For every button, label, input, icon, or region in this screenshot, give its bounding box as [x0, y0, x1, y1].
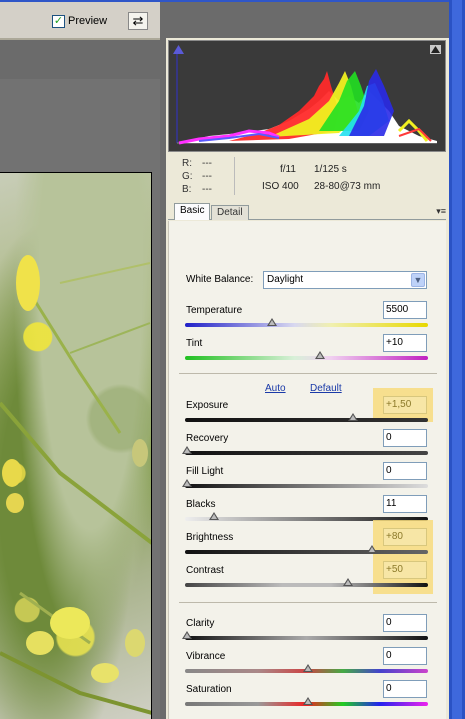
temperature-slider-thumb[interactable] — [267, 318, 277, 326]
b-value: --- — [202, 184, 212, 195]
tab-detail[interactable]: Detail — [211, 205, 249, 220]
brightness-label: Brightness — [186, 532, 234, 543]
tint-slider-track[interactable] — [185, 356, 428, 360]
vibrance-label: Vibrance — [186, 651, 226, 662]
clarity-slider-thumb[interactable] — [182, 631, 192, 639]
window-border-top — [0, 0, 465, 2]
brightness-slider-thumb[interactable] — [367, 545, 377, 553]
exposure-label: Exposure — [186, 400, 229, 411]
tint-slider-thumb[interactable] — [315, 351, 325, 359]
recovery-slider-track[interactable] — [185, 451, 428, 455]
recovery-label: Recovery — [186, 433, 229, 444]
preview-checkbox[interactable]: ✓ — [52, 15, 65, 28]
temperature-input[interactable]: 5500 — [383, 301, 427, 319]
image-info: R: --- G: --- B: --- f/11 1/125 s ISO 40… — [168, 155, 446, 199]
preview-label: Preview — [68, 15, 108, 27]
fill-light-slider-track[interactable] — [185, 484, 428, 488]
r-value: --- — [202, 158, 212, 169]
vibrance-slider-thumb[interactable] — [303, 664, 313, 672]
auto-link[interactable]: Auto — [265, 383, 286, 394]
white-balance-select[interactable]: Daylight ▼ — [263, 271, 427, 289]
saturation-input[interactable]: 0 — [383, 680, 427, 698]
fill-light-label: Fill Light — [186, 466, 224, 477]
white-balance-label: White Balance: — [186, 274, 254, 285]
recovery-slider-thumb[interactable] — [182, 446, 192, 454]
iso: ISO 400 — [262, 181, 299, 192]
section-divider — [179, 373, 437, 374]
aperture: f/11 — [280, 164, 296, 175]
exposure-slider-thumb[interactable] — [348, 413, 358, 421]
section-divider-2 — [179, 602, 437, 603]
adjustments-panel: R: --- G: --- B: --- f/11 1/125 s ISO 40… — [166, 38, 449, 719]
clarity-input[interactable]: 0 — [383, 614, 427, 632]
toolbar-divider — [0, 38, 160, 40]
tab-basic[interactable]: Basic — [174, 203, 211, 220]
b-label: B: — [182, 184, 192, 195]
toolbar-background: ✓ Preview ⇄ — [0, 2, 160, 40]
contrast-slider-track[interactable] — [185, 583, 428, 587]
temperature-label: Temperature — [186, 305, 243, 316]
lens-info: 28-80@73 mm — [314, 181, 381, 192]
g-label: G: — [182, 171, 193, 182]
info-divider — [234, 157, 235, 195]
r-label: R: — [182, 158, 192, 169]
saturation-label: Saturation — [186, 684, 232, 695]
window-border-right-inner — [452, 0, 462, 719]
default-link[interactable]: Default — [310, 383, 342, 394]
basic-controls: White Balance: Daylight ▼ Temperature 55… — [168, 221, 446, 719]
recovery-input[interactable]: 0 — [383, 429, 427, 447]
temperature-slider-track[interactable] — [185, 323, 428, 327]
panel-tabs: Basic Detail ▾≡ — [168, 202, 446, 220]
photo-preview — [0, 172, 152, 719]
panel-menu-icon[interactable]: ▾≡ — [436, 206, 446, 217]
blacks-input[interactable]: 11 — [383, 495, 427, 513]
fill-light-slider-thumb[interactable] — [182, 479, 192, 487]
highlight-clipping-icon[interactable] — [430, 45, 441, 54]
exposure-input[interactable]: +1,50 — [383, 396, 427, 414]
brightness-input[interactable]: +80 — [383, 528, 427, 546]
shutter-speed: 1/125 s — [314, 164, 347, 175]
clarity-label: Clarity — [186, 618, 215, 629]
white-balance-value: Daylight — [267, 274, 304, 285]
blacks-slider-thumb[interactable] — [209, 512, 219, 520]
g-value: --- — [202, 171, 212, 182]
contrast-input[interactable]: +50 — [383, 561, 427, 579]
vibrance-input[interactable]: 0 — [383, 647, 427, 665]
fill-light-input[interactable]: 0 — [383, 462, 427, 480]
tint-label: Tint — [186, 338, 203, 349]
contrast-slider-thumb[interactable] — [343, 578, 353, 586]
blacks-label: Blacks — [186, 499, 216, 510]
contrast-label: Contrast — [186, 565, 224, 576]
saturation-slider-thumb[interactable] — [303, 697, 313, 705]
shadow-clipping-icon[interactable] — [173, 45, 184, 54]
compare-views-icon[interactable]: ⇄ — [128, 12, 148, 30]
tint-input[interactable]: +10 — [383, 334, 427, 352]
exposure-slider-track[interactable] — [185, 418, 428, 422]
chevron-down-icon[interactable]: ▼ — [411, 273, 425, 287]
clarity-slider-track[interactable] — [185, 636, 428, 640]
histogram — [168, 40, 446, 152]
